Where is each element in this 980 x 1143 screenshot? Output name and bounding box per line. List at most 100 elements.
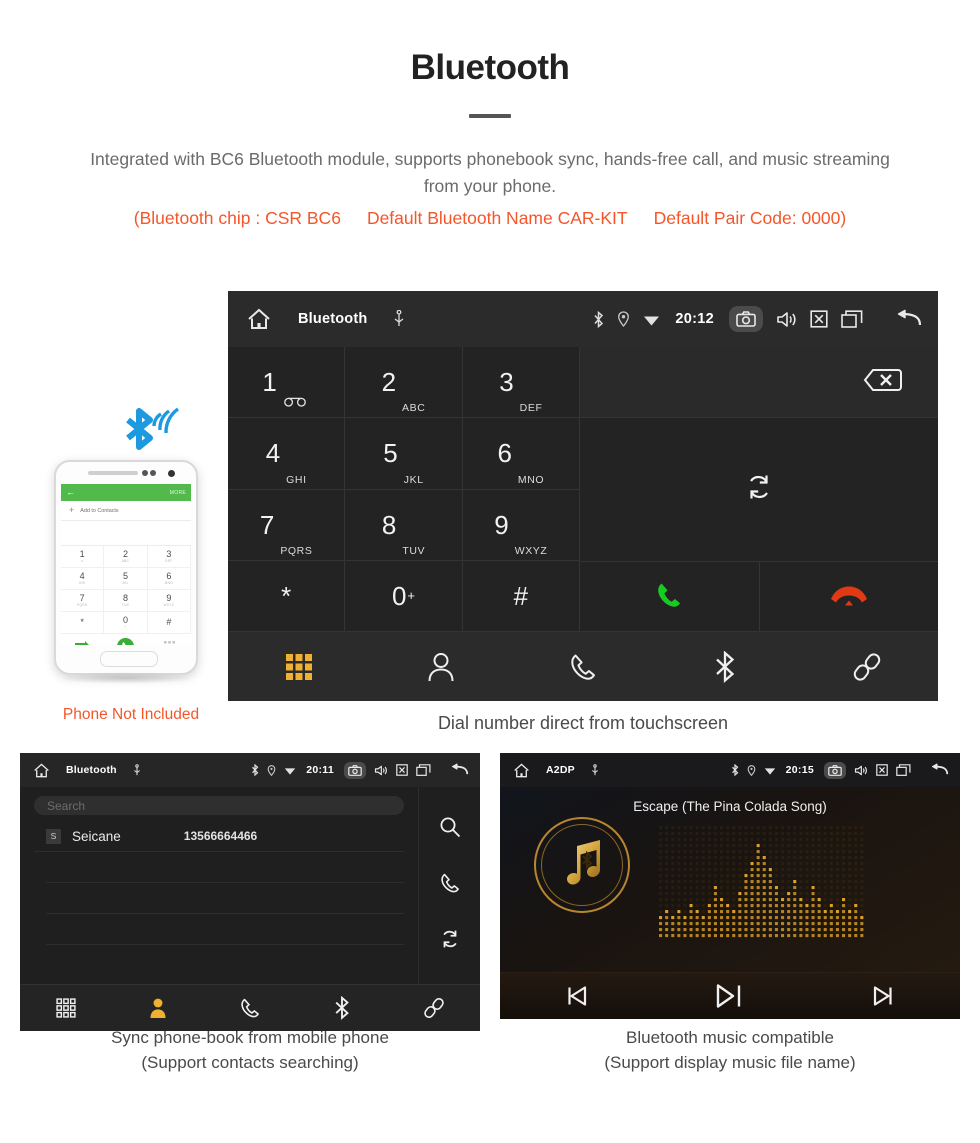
back-icon[interactable] [448,763,470,777]
nav-call-log[interactable] [204,997,296,1019]
album-art [534,817,630,913]
play-pause-icon [716,984,741,1008]
close-box-icon[interactable] [810,310,828,328]
camera-icon[interactable] [824,761,846,779]
music-screen: A2DP 20:15 Escape (The Pina Colada Song) [500,753,960,1019]
contacts-bottom-nav [20,984,480,1031]
spec-name: Default Bluetooth Name CAR-KIT [366,208,628,229]
phone-key-letters: ABC [121,559,130,563]
home-icon[interactable] [242,308,276,330]
dial-key-8[interactable]: 8 TUV [345,489,463,561]
next-track-button[interactable] [807,984,960,1008]
phone-shadow [60,672,192,684]
home-icon[interactable] [510,762,532,778]
close-box-icon[interactable] [876,764,888,776]
play-pause-button[interactable] [653,983,806,1009]
dial-key-1[interactable]: 1 [228,347,346,419]
recents-icon[interactable] [841,310,863,328]
phone-key-letters: ∞ [80,559,84,563]
phone-key: 3 DEF [147,546,191,568]
search-placeholder: Search [47,798,86,813]
nav-bluetooth[interactable] [654,650,796,683]
phone-key: 4 GHI [61,568,105,590]
dial-key-5[interactable]: 5 JKL [345,418,463,490]
end-call-button[interactable] [759,562,938,632]
contacts-body: Search S Seicane 13566664466 [20,787,480,984]
volume-icon[interactable] [374,765,388,776]
phone-key-digit: 2 [122,549,128,559]
status-title: A2DP [546,764,575,776]
phone-icon[interactable] [439,872,461,899]
track-title: Escape (The Pina Colada Song) [633,799,827,814]
nav-keypad[interactable] [20,998,112,1018]
dial-key-0[interactable]: 0 + [345,560,463,632]
phone-key: 2 ABC [104,546,148,568]
dialer-right-column [580,347,938,632]
location-icon [747,764,756,776]
dial-key-hash[interactable]: # [462,560,580,632]
camera-icon[interactable] [344,761,366,779]
back-icon[interactable] [928,763,950,777]
contact-empty-row [46,883,404,914]
back-icon[interactable] [892,309,924,329]
bluetooth-wireless-icon [120,404,190,457]
contact-empty-row [46,852,404,883]
music-body: Escape (The Pina Colada Song) [500,787,960,972]
page-title: Bluetooth [410,48,570,87]
sync-icon[interactable] [439,928,461,955]
dial-key-star[interactable]: * [228,560,346,632]
nav-pair[interactable] [796,652,938,682]
sync-button[interactable] [580,418,938,562]
call-icon [654,580,684,615]
close-box-icon[interactable] [396,764,408,776]
camera-icon[interactable] [729,306,763,332]
location-icon [267,764,276,776]
dial-key-2[interactable]: 2 ABC [345,347,463,419]
phone-key-digit: * [80,617,84,627]
dial-key-7[interactable]: 7 PQRS [228,489,346,561]
phone-key: # [147,612,191,634]
phone-key-digit: 7 [79,593,85,603]
home-icon[interactable] [30,762,52,778]
volume-icon[interactable] [854,765,868,776]
nav-pair[interactable] [388,997,480,1019]
previous-track-button[interactable] [500,984,653,1008]
phone-app-bar: ← MORE [61,484,191,501]
phone-key-letters: JKL [122,581,129,585]
volume-icon[interactable] [776,311,797,328]
phone-dialpad-icon [148,640,191,645]
phone-key-letters: GHI [78,581,86,585]
backspace-icon[interactable] [850,366,902,399]
nav-contacts[interactable] [112,997,204,1019]
key-letters: DEF [519,402,543,415]
recents-icon[interactable] [416,764,431,776]
nav-contacts[interactable] [370,652,512,682]
phone-key-digit: 0 [122,615,128,625]
search-icon[interactable] [439,816,461,843]
recents-icon[interactable] [896,764,911,776]
search-input[interactable]: Search [34,796,404,815]
contact-initial-badge: S [46,828,61,844]
usb-icon [393,310,405,328]
dial-key-6[interactable]: 6 MNO [462,418,580,490]
key-digit: 3 [499,367,514,398]
dial-key-4[interactable]: 4 GHI [228,418,346,490]
contact-row[interactable]: S Seicane 13566664466 [34,821,404,852]
phone-speaker [88,471,138,475]
key-digit: 9 [494,509,509,540]
key-digit: 0 [391,580,407,611]
dial-key-3[interactable]: 3 DEF [462,347,580,419]
nav-call-log[interactable] [512,652,654,682]
nav-bluetooth[interactable] [296,996,388,1020]
plus-icon: + [69,505,75,515]
end-call-icon [829,583,869,612]
phone-back-icon: ← [66,487,75,497]
dial-key-9[interactable]: 9 WXYZ [462,489,580,561]
key-digit: 8 [381,509,397,540]
status-bar: Bluetooth 20:11 [20,753,480,787]
call-button[interactable] [580,562,760,632]
phone-key-digit: 8 [122,593,128,603]
nav-keypad[interactable] [228,653,370,681]
phone-key: 7 PQRS [61,590,105,612]
phone-hide-keypad-icon [61,641,104,645]
